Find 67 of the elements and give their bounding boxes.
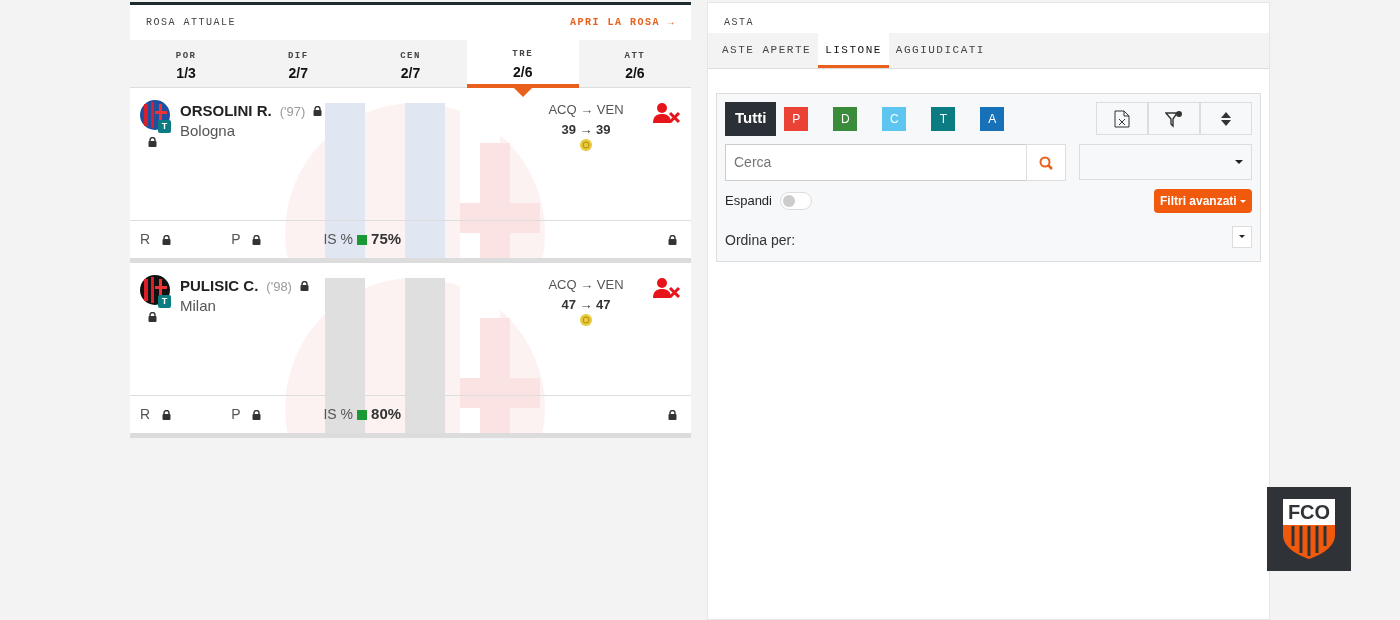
section-title: ROSA ATTUALE bbox=[146, 16, 236, 30]
caret-icon bbox=[1239, 235, 1245, 238]
remove-player-button[interactable] bbox=[653, 275, 681, 299]
lock-icon bbox=[148, 312, 157, 322]
percent-value: 80% bbox=[371, 404, 402, 425]
section-title: ASTA bbox=[723, 16, 755, 30]
coin-icon bbox=[580, 314, 592, 326]
lock-icon bbox=[148, 137, 157, 147]
caret-icon bbox=[1240, 199, 1246, 203]
trade-label: ACQ → VEN bbox=[548, 276, 624, 294]
role-filter[interactable]: D bbox=[833, 106, 858, 131]
clear-filter-icon bbox=[1165, 109, 1183, 128]
player-name: PULISIC C. bbox=[180, 276, 259, 296]
role-tab[interactable]: POR 1/3 bbox=[130, 40, 243, 88]
lock-icon bbox=[313, 106, 323, 117]
role-filter[interactable]: A bbox=[980, 106, 1005, 131]
sort-icon bbox=[1220, 110, 1232, 127]
birth-year: ('97) bbox=[279, 102, 306, 121]
open-roster-link[interactable]: APRI LA ROSA → bbox=[570, 15, 675, 30]
lock-icon bbox=[162, 234, 172, 245]
stat-label: R bbox=[140, 230, 151, 249]
birth-year: ('98) bbox=[266, 277, 292, 296]
toggle-label: Espandi bbox=[725, 191, 772, 210]
role-filter[interactable]: Tutti bbox=[725, 101, 777, 136]
team-name: Bologna bbox=[180, 122, 237, 138]
stat-label: IS % bbox=[323, 405, 354, 424]
tab[interactable]: LISTONE bbox=[818, 33, 889, 68]
toggle-switch[interactable] bbox=[780, 191, 812, 210]
search-button[interactable] bbox=[1026, 143, 1066, 181]
price-value: 39 → 39 bbox=[561, 120, 611, 139]
lock-icon bbox=[162, 409, 172, 420]
excel-export-icon bbox=[1114, 109, 1130, 128]
stat-label: P bbox=[231, 405, 241, 424]
role-tab[interactable]: ATT 2/6 bbox=[578, 40, 691, 88]
lock-icon bbox=[668, 409, 677, 420]
stat-label: IS % bbox=[323, 230, 354, 249]
role-filter[interactable]: T bbox=[931, 106, 956, 131]
percent-value: 75% bbox=[371, 229, 402, 250]
lock-icon bbox=[252, 409, 262, 420]
search-field[interactable]: Cerca bbox=[725, 143, 1026, 181]
role-filter[interactable]: P bbox=[784, 106, 809, 131]
sort-dropdown[interactable] bbox=[1232, 225, 1252, 248]
lock-icon bbox=[668, 234, 677, 245]
coin-icon bbox=[580, 139, 592, 151]
role-badge: T bbox=[158, 295, 171, 308]
price-value: 47 → 47 bbox=[561, 295, 611, 314]
caret-icon bbox=[1235, 159, 1243, 164]
tab-pointer-icon bbox=[513, 88, 532, 97]
clear-filter-button[interactable] bbox=[1148, 102, 1200, 135]
logo-text: FCO bbox=[1286, 501, 1332, 523]
role-tab[interactable]: DIF 2/7 bbox=[242, 40, 355, 88]
status-square-icon bbox=[357, 409, 368, 420]
team-name: Milan bbox=[180, 297, 217, 313]
lock-icon bbox=[252, 234, 262, 245]
sort-button[interactable] bbox=[1200, 102, 1252, 135]
stat-label: R bbox=[140, 405, 151, 424]
stat-label: P bbox=[231, 230, 241, 249]
player-name: ORSOLINI R. bbox=[180, 101, 272, 121]
trade-label: ACQ → VEN bbox=[548, 101, 624, 119]
search-icon bbox=[1039, 155, 1053, 170]
role-badge: T bbox=[158, 120, 171, 133]
role-tab[interactable]: CEN 2/7 bbox=[354, 40, 467, 88]
lock-icon bbox=[299, 281, 309, 292]
remove-player-button[interactable] bbox=[653, 100, 681, 124]
shield-drawing bbox=[1283, 499, 1335, 559]
sort-label: Ordina per: bbox=[725, 231, 796, 250]
status-square-icon bbox=[357, 234, 368, 245]
